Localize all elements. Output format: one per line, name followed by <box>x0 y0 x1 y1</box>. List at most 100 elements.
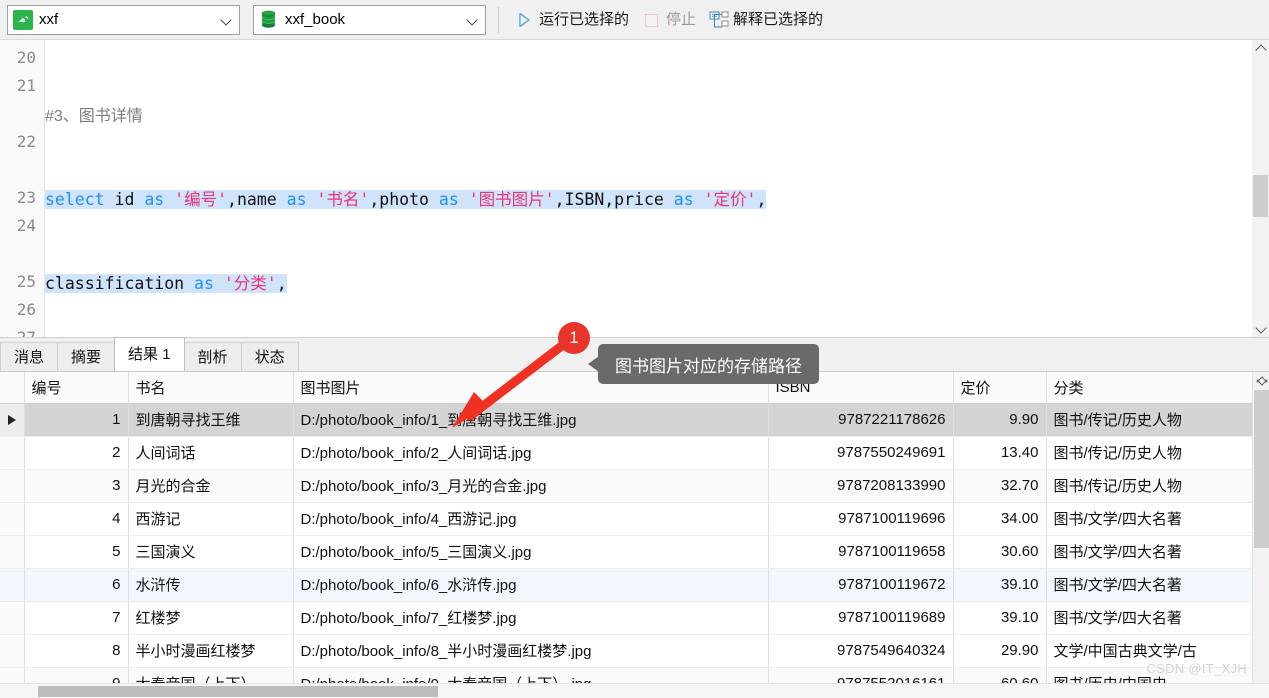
table-row[interactable]: 6 水浒传 D:/photo/book_info/6_水浒传.jpg 97871… <box>0 568 1257 602</box>
cell-classification[interactable]: 图书/文学/四大名著 <box>1046 601 1257 635</box>
column-header-classification[interactable]: 分类 <box>1046 372 1257 404</box>
scroll-up-arrow-icon[interactable] <box>1252 40 1269 57</box>
cell-price[interactable]: 39.10 <box>953 568 1047 602</box>
cell-isbn[interactable]: 9787100119658 <box>768 535 954 569</box>
cell-photo[interactable]: D:/photo/book_info/4_西游记.jpg <box>293 502 769 536</box>
column-header-price[interactable]: 定价 <box>953 372 1047 404</box>
chevron-down-icon[interactable] <box>465 12 481 28</box>
sql-code-area[interactable]: #3、图书详情 select id as '编号',name as '书名',p… <box>45 46 1241 337</box>
table-row[interactable]: 4 西游记 D:/photo/book_info/4_西游记.jpg 97871… <box>0 502 1257 536</box>
explain-tree-icon <box>708 10 730 30</box>
cell-classification[interactable]: 图书/文学/四大名著 <box>1046 535 1257 569</box>
cell-photo[interactable]: D:/photo/book_info/8_半小时漫画红楼梦.jpg <box>293 634 769 668</box>
explain-selected-button[interactable]: 解释已选择的 <box>702 5 829 35</box>
cell-isbn[interactable]: 9787100119696 <box>768 502 954 536</box>
cell-photo[interactable]: D:/photo/book_info/5_三国演义.jpg <box>293 535 769 569</box>
mysql-dolphin-icon <box>13 9 33 30</box>
database-name: xxf_book <box>285 10 346 28</box>
table-row[interactable]: 2 人间词话 D:/photo/book_info/2_人间词话.jpg 978… <box>0 436 1257 470</box>
explain-selected-label: 解释已选择的 <box>733 10 824 28</box>
cell-price[interactable]: 13.40 <box>953 436 1047 470</box>
code-line: #3、图书详情 <box>45 102 1241 130</box>
row-marker <box>0 602 23 634</box>
row-marker <box>0 470 23 502</box>
line-number-gutter: 20 21 22 23 24 25 26 27 <box>0 40 45 337</box>
tab-status[interactable]: 状态 <box>240 342 299 371</box>
cell-id[interactable]: 7 <box>24 601 129 635</box>
grid-vertical-scrollbar[interactable] <box>1252 372 1269 684</box>
cell-id[interactable]: 2 <box>24 436 129 470</box>
cell-id[interactable]: 4 <box>24 502 129 536</box>
cell-price[interactable]: 29.90 <box>953 634 1047 668</box>
table-row[interactable]: 8 半小时漫画红楼梦 D:/photo/book_info/8_半小时漫画红楼梦… <box>0 634 1257 668</box>
tab-profile[interactable]: 剖析 <box>183 342 242 371</box>
cell-price[interactable]: 39.10 <box>953 601 1047 635</box>
toolbar: xxf xxf_book 运行已选择的 停止 解释已选择的 <box>0 0 1269 40</box>
cell-photo[interactable]: D:/photo/book_info/6_水浒传.jpg <box>293 568 769 602</box>
table-row[interactable]: 3 月光的合金 D:/photo/book_info/3_月光的合金.jpg 9… <box>0 469 1257 503</box>
run-selected-button[interactable]: 运行已选择的 <box>508 5 635 35</box>
scroll-down-arrow-icon[interactable] <box>1252 320 1269 337</box>
cell-isbn[interactable]: 9787550249691 <box>768 436 954 470</box>
table-row[interactable]: 5 三国演义 D:/photo/book_info/5_三国演义.jpg 978… <box>0 535 1257 569</box>
cell-id[interactable]: 5 <box>24 535 129 569</box>
cell-photo[interactable]: D:/photo/book_info/3_月光的合金.jpg <box>293 469 769 503</box>
grid-scroll-thumb[interactable] <box>1254 390 1269 548</box>
cell-classification[interactable]: 图书/文学/四大名著 <box>1046 502 1257 536</box>
column-header-name[interactable]: 书名 <box>128 372 294 404</box>
cell-id[interactable]: 6 <box>24 568 129 602</box>
cell-id[interactable]: 1 <box>24 403 129 437</box>
line-number: 21 <box>16 76 36 95</box>
cell-isbn[interactable]: 9787100119689 <box>768 601 954 635</box>
tab-summary[interactable]: 摘要 <box>57 342 116 371</box>
cell-name[interactable]: 人间词话 <box>128 436 294 470</box>
cell-price[interactable]: 32.70 <box>953 469 1047 503</box>
row-marker-icon <box>0 404 23 436</box>
cell-id[interactable]: 3 <box>24 469 129 503</box>
tab-result-1[interactable]: 结果 1 <box>114 337 185 371</box>
grid-horizontal-scrollbar[interactable] <box>0 683 1269 698</box>
column-header-id[interactable]: 编号 <box>24 372 129 404</box>
cell-price[interactable]: 9.90 <box>953 403 1047 437</box>
editor-scroll-thumb[interactable] <box>1253 175 1268 217</box>
line-number: 22 <box>16 132 36 151</box>
cell-isbn[interactable]: 9787221178626 <box>768 403 954 437</box>
cell-name[interactable]: 月光的合金 <box>128 469 294 503</box>
cell-name[interactable]: 水浒传 <box>128 568 294 602</box>
connection-selector[interactable]: xxf <box>7 4 240 35</box>
cell-photo[interactable]: D:/photo/book_info/1_到唐朝寻找王维.jpg <box>293 403 769 437</box>
cell-name[interactable]: 三国演义 <box>128 535 294 569</box>
code-line: classification as '分类', <box>45 274 287 293</box>
database-selector[interactable]: xxf_book <box>253 4 486 35</box>
tab-messages[interactable]: 消息 <box>0 342 59 371</box>
cell-name[interactable]: 半小时漫画红楼梦 <box>128 634 294 668</box>
toolbar-divider <box>498 6 499 33</box>
row-marker <box>0 536 23 568</box>
code-line: select id as '编号',name as '书名',photo as … <box>45 190 767 209</box>
cell-classification[interactable]: 图书/传记/历史人物 <box>1046 469 1257 503</box>
cell-photo[interactable]: D:/photo/book_info/7_红楼梦.jpg <box>293 601 769 635</box>
cell-classification[interactable]: 图书/传记/历史人物 <box>1046 436 1257 470</box>
table-row[interactable]: 1 到唐朝寻找王维 D:/photo/book_info/1_到唐朝寻找王维.j… <box>0 403 1257 437</box>
line-number: 25 <box>16 272 36 291</box>
cell-name[interactable]: 到唐朝寻找王维 <box>128 403 294 437</box>
cell-classification[interactable]: 图书/文学/四大名著 <box>1046 568 1257 602</box>
cell-photo[interactable]: D:/photo/book_info/2_人间词话.jpg <box>293 436 769 470</box>
cell-name[interactable]: 红楼梦 <box>128 601 294 635</box>
grid-hscroll-thumb[interactable] <box>38 686 438 697</box>
stop-button[interactable]: 停止 <box>635 5 702 35</box>
cell-isbn[interactable]: 9787208133990 <box>768 469 954 503</box>
cell-name[interactable]: 西游记 <box>128 502 294 536</box>
editor-vertical-scrollbar[interactable] <box>1252 40 1269 337</box>
cell-isbn[interactable]: 9787100119672 <box>768 568 954 602</box>
result-grid[interactable]: 编号 书名 图书图片 ISBN 定价 分类 1 到唐朝寻找王维 D:/photo… <box>0 371 1269 698</box>
cell-id[interactable]: 8 <box>24 634 129 668</box>
table-row[interactable]: 7 红楼梦 D:/photo/book_info/7_红楼梦.jpg 97871… <box>0 601 1257 635</box>
cell-price[interactable]: 34.00 <box>953 502 1047 536</box>
cell-isbn[interactable]: 9787549640324 <box>768 634 954 668</box>
cell-price[interactable]: 30.60 <box>953 535 1047 569</box>
sql-editor[interactable]: 20 21 22 23 24 25 26 27 #3、图书详情 select i… <box>0 40 1269 337</box>
chevron-down-icon[interactable] <box>219 12 235 28</box>
line-number: 24 <box>16 216 36 235</box>
cell-classification[interactable]: 图书/传记/历史人物 <box>1046 403 1257 437</box>
